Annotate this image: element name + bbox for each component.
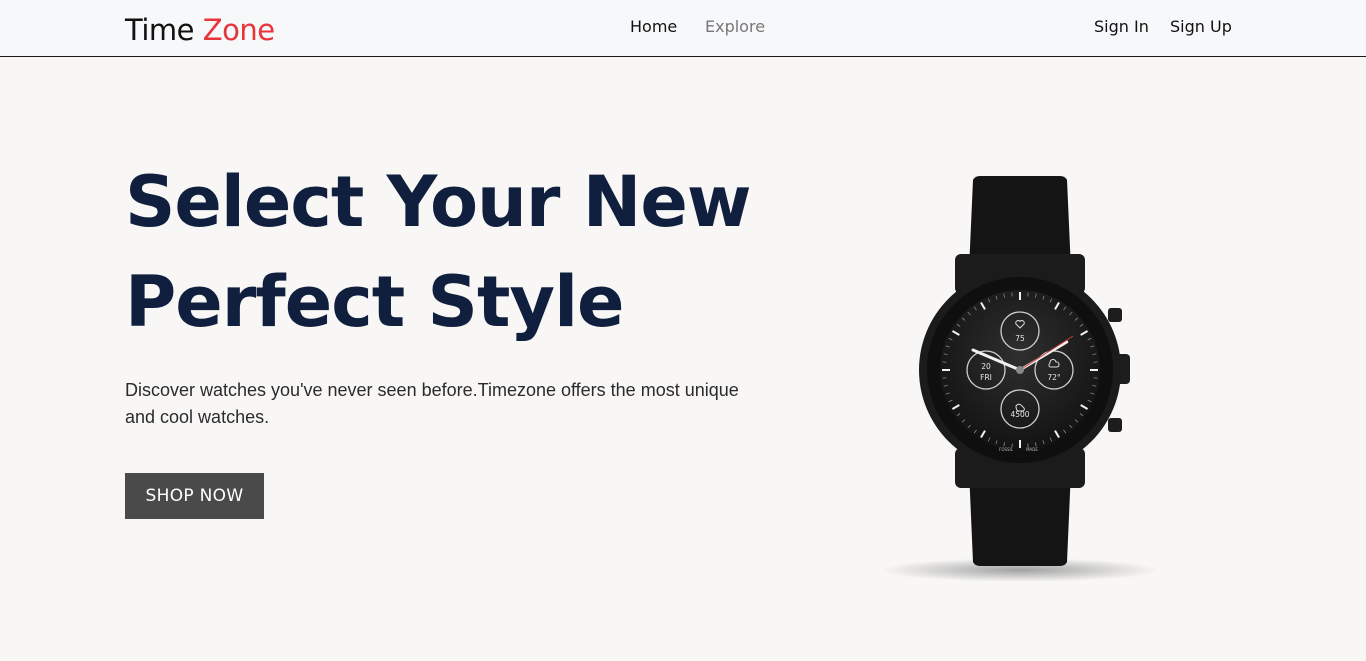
brand-name-part2: Zone [202, 13, 275, 47]
bezel-text-right: MADE [1026, 447, 1038, 452]
sign-up-link[interactable]: Sign Up [1170, 17, 1232, 37]
sign-in-link[interactable]: Sign In [1094, 17, 1149, 37]
hero-headline: Select Your New Perfect Style [125, 152, 845, 352]
bottom-pusher [1108, 418, 1122, 432]
watch-image: 75 20 FRI 72° 4500 FOSSIL MADE [870, 170, 1170, 590]
bottom-dial-value: 4500 [1010, 410, 1029, 419]
hero-tagline-line2: and cool watches. [125, 407, 270, 427]
navbar: Time Zone Home Explore Sign In Sign Up [0, 0, 1366, 57]
hero-headline-line2: Perfect Style [125, 261, 625, 343]
nav-home-link[interactable]: Home [630, 17, 677, 37]
shop-now-button[interactable]: SHOP NOW [125, 473, 264, 519]
left-dial-week: FRI [980, 373, 992, 382]
hand-pivot [1016, 366, 1024, 374]
top-pusher [1108, 308, 1122, 322]
nav-explore-link[interactable]: Explore [705, 17, 765, 37]
left-dial-day: 20 [981, 362, 991, 371]
right-dial-value: 72° [1047, 373, 1061, 382]
top-dial-value: 75 [1015, 334, 1025, 343]
hero-tagline-line1: Discover watches you've never seen befor… [125, 380, 739, 400]
hero-tagline: Discover watches you've never seen befor… [125, 377, 765, 431]
brand-logo[interactable]: Time Zone [125, 12, 275, 48]
bezel-text-left: FOSSIL [999, 447, 1014, 452]
hero-headline-line1: Select Your New [125, 161, 752, 243]
brand-name-part1: Time [125, 13, 203, 47]
